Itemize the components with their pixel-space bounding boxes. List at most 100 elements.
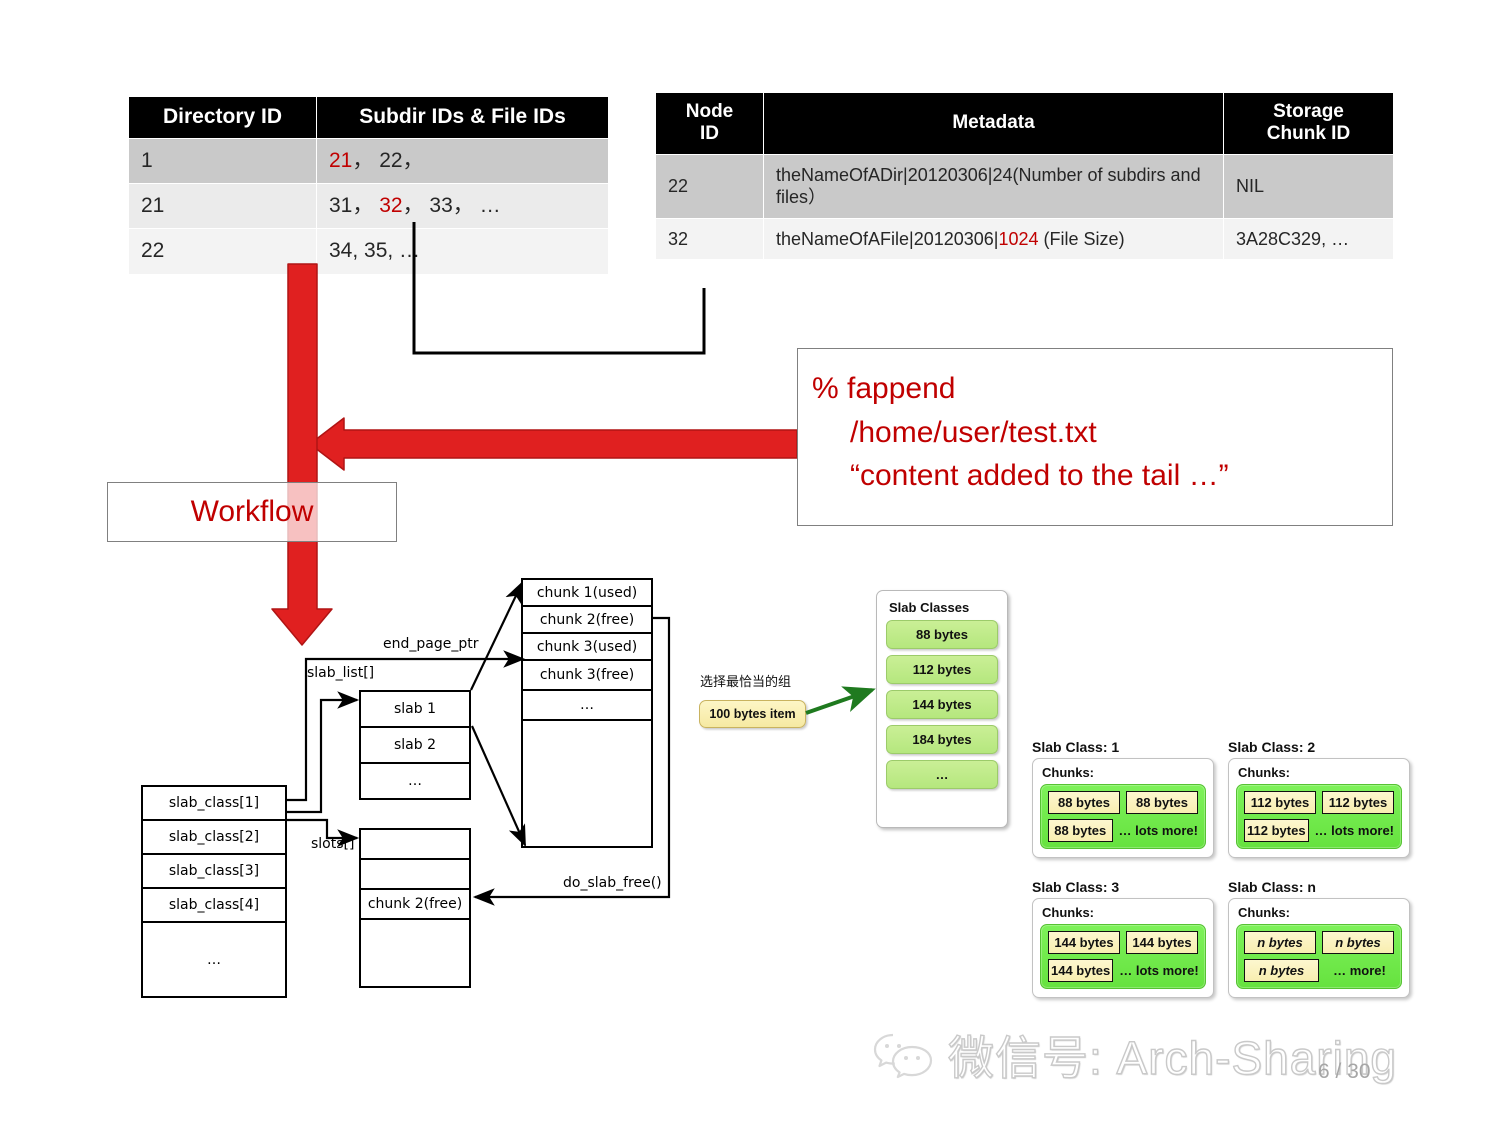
table-row: 22 theNameOfADir|20120306|24(Number of s… [655,153,1394,219]
chunk-chip: 88 bytes [1048,819,1113,842]
slab-class-card-title: Slab Class: 3 [1032,879,1120,895]
command-line-2: /home/user/test.txt [850,415,1097,449]
workflow-label-box: Workflow [107,482,397,542]
slot-entry [361,860,469,890]
storage-chunk-id-cell: 3A28C329, … [1223,217,1394,261]
chunk-row: n bytes n bytes [1244,931,1394,954]
page-number: 6 / 30 [1318,1060,1371,1083]
col-metadata: Metadata [763,92,1224,155]
chunk-chip: 144 bytes [1048,931,1120,954]
chunk-entry: chunk 1(used) [523,580,651,607]
chunk-more-label: … lots more! [1118,823,1198,838]
chunk-more-label: … lots more! [1119,963,1199,978]
chunk-row: 112 bytes … lots more! [1244,819,1394,842]
slot-entry [361,830,469,860]
directory-table: Directory ID Subdir IDs & File IDs 1 21，… [128,96,609,275]
slab-class-card-1: Slab Class: 1 Chunks: 88 bytes 88 bytes … [1032,739,1214,858]
metadata-filesize: 1024 [998,228,1039,249]
directory-id-cell: 1 [128,137,317,185]
end-page-ptr-label: end_page_ptr [383,636,479,652]
node-id-cell: 32 [655,217,764,261]
slot-entry [361,920,469,987]
chunk-chip: n bytes [1244,959,1319,982]
directory-table-header-row: Directory ID Subdir IDs & File IDs [128,96,609,139]
chunk-row: 112 bytes 112 bytes [1244,791,1394,814]
chunk-entry: chunk 3(used) [523,634,651,661]
slab-class-pill[interactable]: 88 bytes [886,620,998,649]
node-metadata-table: Node ID Metadata Storage Chunk ID 22 the… [655,92,1394,261]
red-arrow-horizontal [309,417,798,471]
chunk-list-box: chunk 1(used) chunk 2(free) chunk 3(used… [521,578,653,848]
do-slab-free-label: do_slab_free() [563,875,662,891]
command-line-3: “content added to the tail …” [850,459,1229,492]
slab-class-entry: slab_class[3] [143,855,285,889]
chunk-row: 88 bytes 88 bytes [1048,791,1198,814]
chunk-more-label: … lots more! [1314,823,1395,838]
slab-class-entry: slab_class[1] [143,787,285,821]
chunk-chip: n bytes [1322,931,1394,954]
metadata-cell: theNameOfADir|20120306|24(Number of subd… [763,153,1224,219]
slab-entry: … [408,773,422,789]
chunks-label: Chunks: [1238,905,1290,920]
chunk-chip: n bytes [1244,931,1316,954]
metadata-cell: theNameOfAFile|20120306|1024 (File Size) [763,217,1224,261]
chunk-chip-text: n bytes [1258,963,1305,978]
chunks-label: Chunks: [1042,905,1094,920]
subdir-ids-cell: 21， 22， [316,137,609,185]
chunks-label: Chunks: [1238,765,1290,780]
chunk-more-label: … more! [1333,963,1386,978]
slab-class-card-shell: Chunks: n bytes n bytes n bytes … more! [1228,898,1410,998]
chunks-container: 144 bytes 144 bytes 144 bytes … lots mor… [1040,924,1206,989]
table-row: 21 31， 32， 33， … [128,183,609,230]
subdir-ids-cell: 34, 35, … [316,228,609,275]
col-chunk-line2: Chunk ID [1266,123,1351,145]
red-arrow-vertical [271,263,333,646]
chunks-container: n bytes n bytes n bytes … more! [1236,924,1402,989]
command-box: % fappend /home/user/test.txt “content a… [797,348,1393,526]
table-row: 1 21， 22， [128,137,609,185]
slab-classes-panel: Slab Classes 88 bytes 112 bytes 144 byte… [876,590,1008,828]
slab-class-entry: slab_class[2] [143,821,285,855]
subdir-ids-cell: 31， 32， 33， … [316,183,609,230]
node-table-header-row: Node ID Metadata Storage Chunk ID [655,92,1394,155]
item-size-bubble: 100 bytes item [699,700,806,728]
slab-class-entry: slab_class[4] [143,889,285,923]
slab-entry: slab 2 [361,728,469,764]
slab-class-pill[interactable]: 112 bytes [886,655,998,684]
metadata-suffix: (File Size) [1038,228,1125,249]
chunk-row: 144 bytes 144 bytes [1048,931,1198,954]
chunk-entry: chunk 3(free) [523,661,651,691]
col-directory-id: Directory ID [128,96,317,139]
slab-list-label: slab_list[] [307,665,375,681]
chunks-container: 112 bytes 112 bytes 112 bytes … lots mor… [1236,784,1402,849]
slab-class-pill[interactable]: 144 bytes [886,690,998,719]
chunk-chip: 144 bytes [1048,959,1114,982]
slab-class-card-title: Slab Class: n [1228,879,1316,895]
slab-list-box: slab 1 slab 2 … [359,690,471,800]
pick-best-group-caption: 选择最恰当的组 [700,675,792,690]
slab-class-entry: … [207,951,221,968]
metadata-prefix: theNameOfAFile|20120306| [776,228,999,249]
chunk-row: 88 bytes … lots more! [1048,819,1198,842]
chunk-entry-empty [523,721,651,846]
workflow-label: Workflow [190,495,314,528]
chunk-chip: 88 bytes [1126,791,1198,814]
table-row: 22 34, 35, … [128,228,609,275]
slab-class-array-box: slab_class[1] slab_class[2] slab_class[3… [141,785,287,998]
table-row: 32 theNameOfAFile|20120306|1024 (File Si… [655,217,1394,261]
col-node-id-line2: ID [700,123,719,145]
directory-id-cell: 21 [128,183,317,230]
chunk-chip-text: n bytes [1257,935,1303,950]
chunk-chip: 144 bytes [1126,931,1198,954]
slab-class-card-shell: Chunks: 112 bytes 112 bytes 112 bytes … … [1228,758,1410,858]
slab-class-pill[interactable]: … [886,760,998,789]
col-node-id-line1: Node [685,101,734,122]
chunk-chip: 112 bytes [1244,819,1309,842]
slab-class-pill[interactable]: 184 bytes [886,725,998,754]
slab-class-card-title: Slab Class: 2 [1228,739,1316,755]
storage-chunk-id-cell: NIL [1223,153,1394,219]
chunk-chip: 88 bytes [1048,791,1120,814]
col-chunk-line1: Storage [1273,101,1344,122]
chunks-container: 88 bytes 88 bytes 88 bytes … lots more! [1040,784,1206,849]
slots-label: slots[] [311,836,355,852]
